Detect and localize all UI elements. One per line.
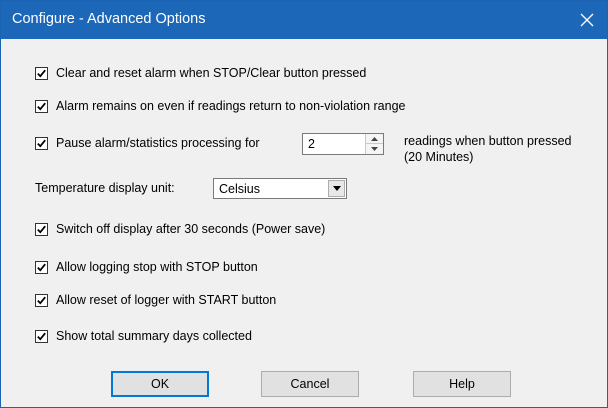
help-button[interactable]: Help [413,371,511,397]
clear-reset-alarm-label: Clear and reset alarm when STOP/Clear bu… [56,66,367,80]
checkmark-icon [37,332,46,341]
dialog-content: Clear and reset alarm when STOP/Clear bu… [1,39,607,407]
temperature-unit-value: Celsius [219,182,260,196]
help-button-label: Help [449,377,475,391]
allow-reset-logger-label: Allow reset of logger with START button [56,293,277,307]
spin-down-button[interactable] [366,144,383,154]
allow-logging-stop-option[interactable]: Allow logging stop with STOP button [35,259,258,275]
allow-logging-stop-label: Allow logging stop with STOP button [56,260,258,274]
spin-up-arrow-icon [371,136,378,141]
close-button[interactable] [567,1,607,39]
spin-down-arrow-icon [371,147,378,151]
title-bar[interactable]: Configure - Advanced Options [1,1,607,39]
cancel-button[interactable]: Cancel [261,371,359,397]
temperature-unit-select[interactable]: Celsius [213,178,347,199]
checkmark-icon [37,225,46,234]
pause-alarm-label: Pause alarm/statistics processing for [56,136,260,150]
window-title: Configure - Advanced Options [12,11,206,27]
checkmark-icon [37,139,46,148]
chevron-down-icon [332,186,341,191]
checkmark-icon [37,69,46,78]
switch-off-display-label: Switch off display after 30 seconds (Pow… [56,222,326,236]
cancel-button-label: Cancel [290,377,330,391]
allow-reset-logger-checkbox[interactable] [35,293,48,307]
allow-logging-stop-checkbox[interactable] [35,260,48,274]
switch-off-display-option[interactable]: Switch off display after 30 seconds (Pow… [35,221,325,237]
clear-reset-alarm-option[interactable]: Clear and reset alarm when STOP/Clear bu… [35,65,366,81]
pause-readings-spinner[interactable] [302,133,384,155]
ok-button[interactable]: OK [111,371,209,397]
pause-readings-suffix: readings when button pressed (20 Minutes… [404,134,572,164]
configure-dialog: Configure - Advanced Options Clear and r… [0,0,608,408]
ok-button-label: OK [150,377,170,391]
clear-reset-alarm-checkbox[interactable] [35,66,48,80]
checkmark-icon [37,263,46,272]
pause-readings-input[interactable] [303,134,365,154]
temperature-unit-label: Temperature display unit: [35,181,175,195]
allow-reset-logger-option[interactable]: Allow reset of logger with START button [35,292,276,308]
pause-alarm-option[interactable]: Pause alarm/statistics processing for [35,135,260,151]
spin-up-button[interactable] [366,134,383,144]
pause-alarm-checkbox[interactable] [35,136,48,150]
spinner-buttons [365,134,383,154]
alarm-remains-on-checkbox[interactable] [35,99,48,113]
checkmark-icon [37,296,46,305]
switch-off-display-checkbox[interactable] [35,222,48,236]
show-summary-days-label: Show total summary days collected [56,329,252,343]
temperature-unit-dropdown-button[interactable] [328,180,345,197]
checkmark-icon [37,102,46,111]
alarm-remains-on-option[interactable]: Alarm remains on even if readings return… [35,98,406,114]
alarm-remains-on-label: Alarm remains on even if readings return… [56,99,406,113]
show-summary-days-checkbox[interactable] [35,329,48,343]
close-icon [580,13,594,27]
show-summary-days-option[interactable]: Show total summary days collected [35,328,252,344]
